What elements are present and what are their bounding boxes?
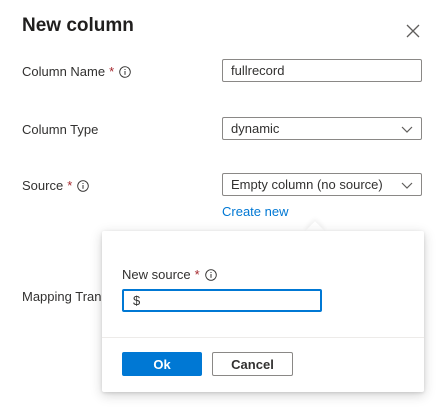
required-marker: * — [109, 64, 115, 79]
column-type-selected: dynamic — [231, 121, 280, 136]
mapping-transformation-label: Mapping Tran — [22, 289, 102, 304]
required-marker: * — [194, 267, 200, 282]
panel-title: New column — [22, 15, 134, 36]
create-new-source-link[interactable]: Create new — [222, 204, 288, 219]
source-dropdown[interactable]: Empty column (no source) — [222, 173, 422, 196]
mapping-transformation-label-text: Mapping Tran — [22, 289, 102, 304]
column-type-label: Column Type — [22, 122, 98, 137]
close-icon — [406, 24, 420, 38]
required-marker: * — [67, 178, 73, 193]
column-name-label-text: Column Name — [22, 64, 106, 79]
column-name-label: Column Name * — [22, 64, 131, 79]
column-type-dropdown[interactable]: dynamic — [222, 117, 422, 140]
column-name-input[interactable]: fullrecord — [222, 59, 422, 82]
divider — [102, 337, 424, 338]
info-icon[interactable] — [77, 179, 90, 192]
chevron-down-icon — [401, 179, 413, 191]
source-label: Source * — [22, 178, 90, 193]
ok-button[interactable]: Ok — [122, 352, 202, 376]
info-icon[interactable] — [204, 268, 217, 281]
close-button[interactable] — [402, 20, 424, 42]
source-label-text: Source — [22, 178, 64, 193]
chevron-down-icon — [401, 123, 413, 135]
column-type-label-text: Column Type — [22, 122, 99, 137]
info-icon[interactable] — [119, 65, 131, 78]
new-source-label-text: New source — [122, 267, 191, 282]
new-source-input[interactable]: $ — [122, 289, 322, 312]
new-source-label: New source * — [122, 267, 217, 282]
new-source-callout: New source * $ Ok Cancel — [102, 231, 424, 392]
source-selected: Empty column (no source) — [231, 177, 383, 192]
cancel-button[interactable]: Cancel — [212, 352, 293, 376]
